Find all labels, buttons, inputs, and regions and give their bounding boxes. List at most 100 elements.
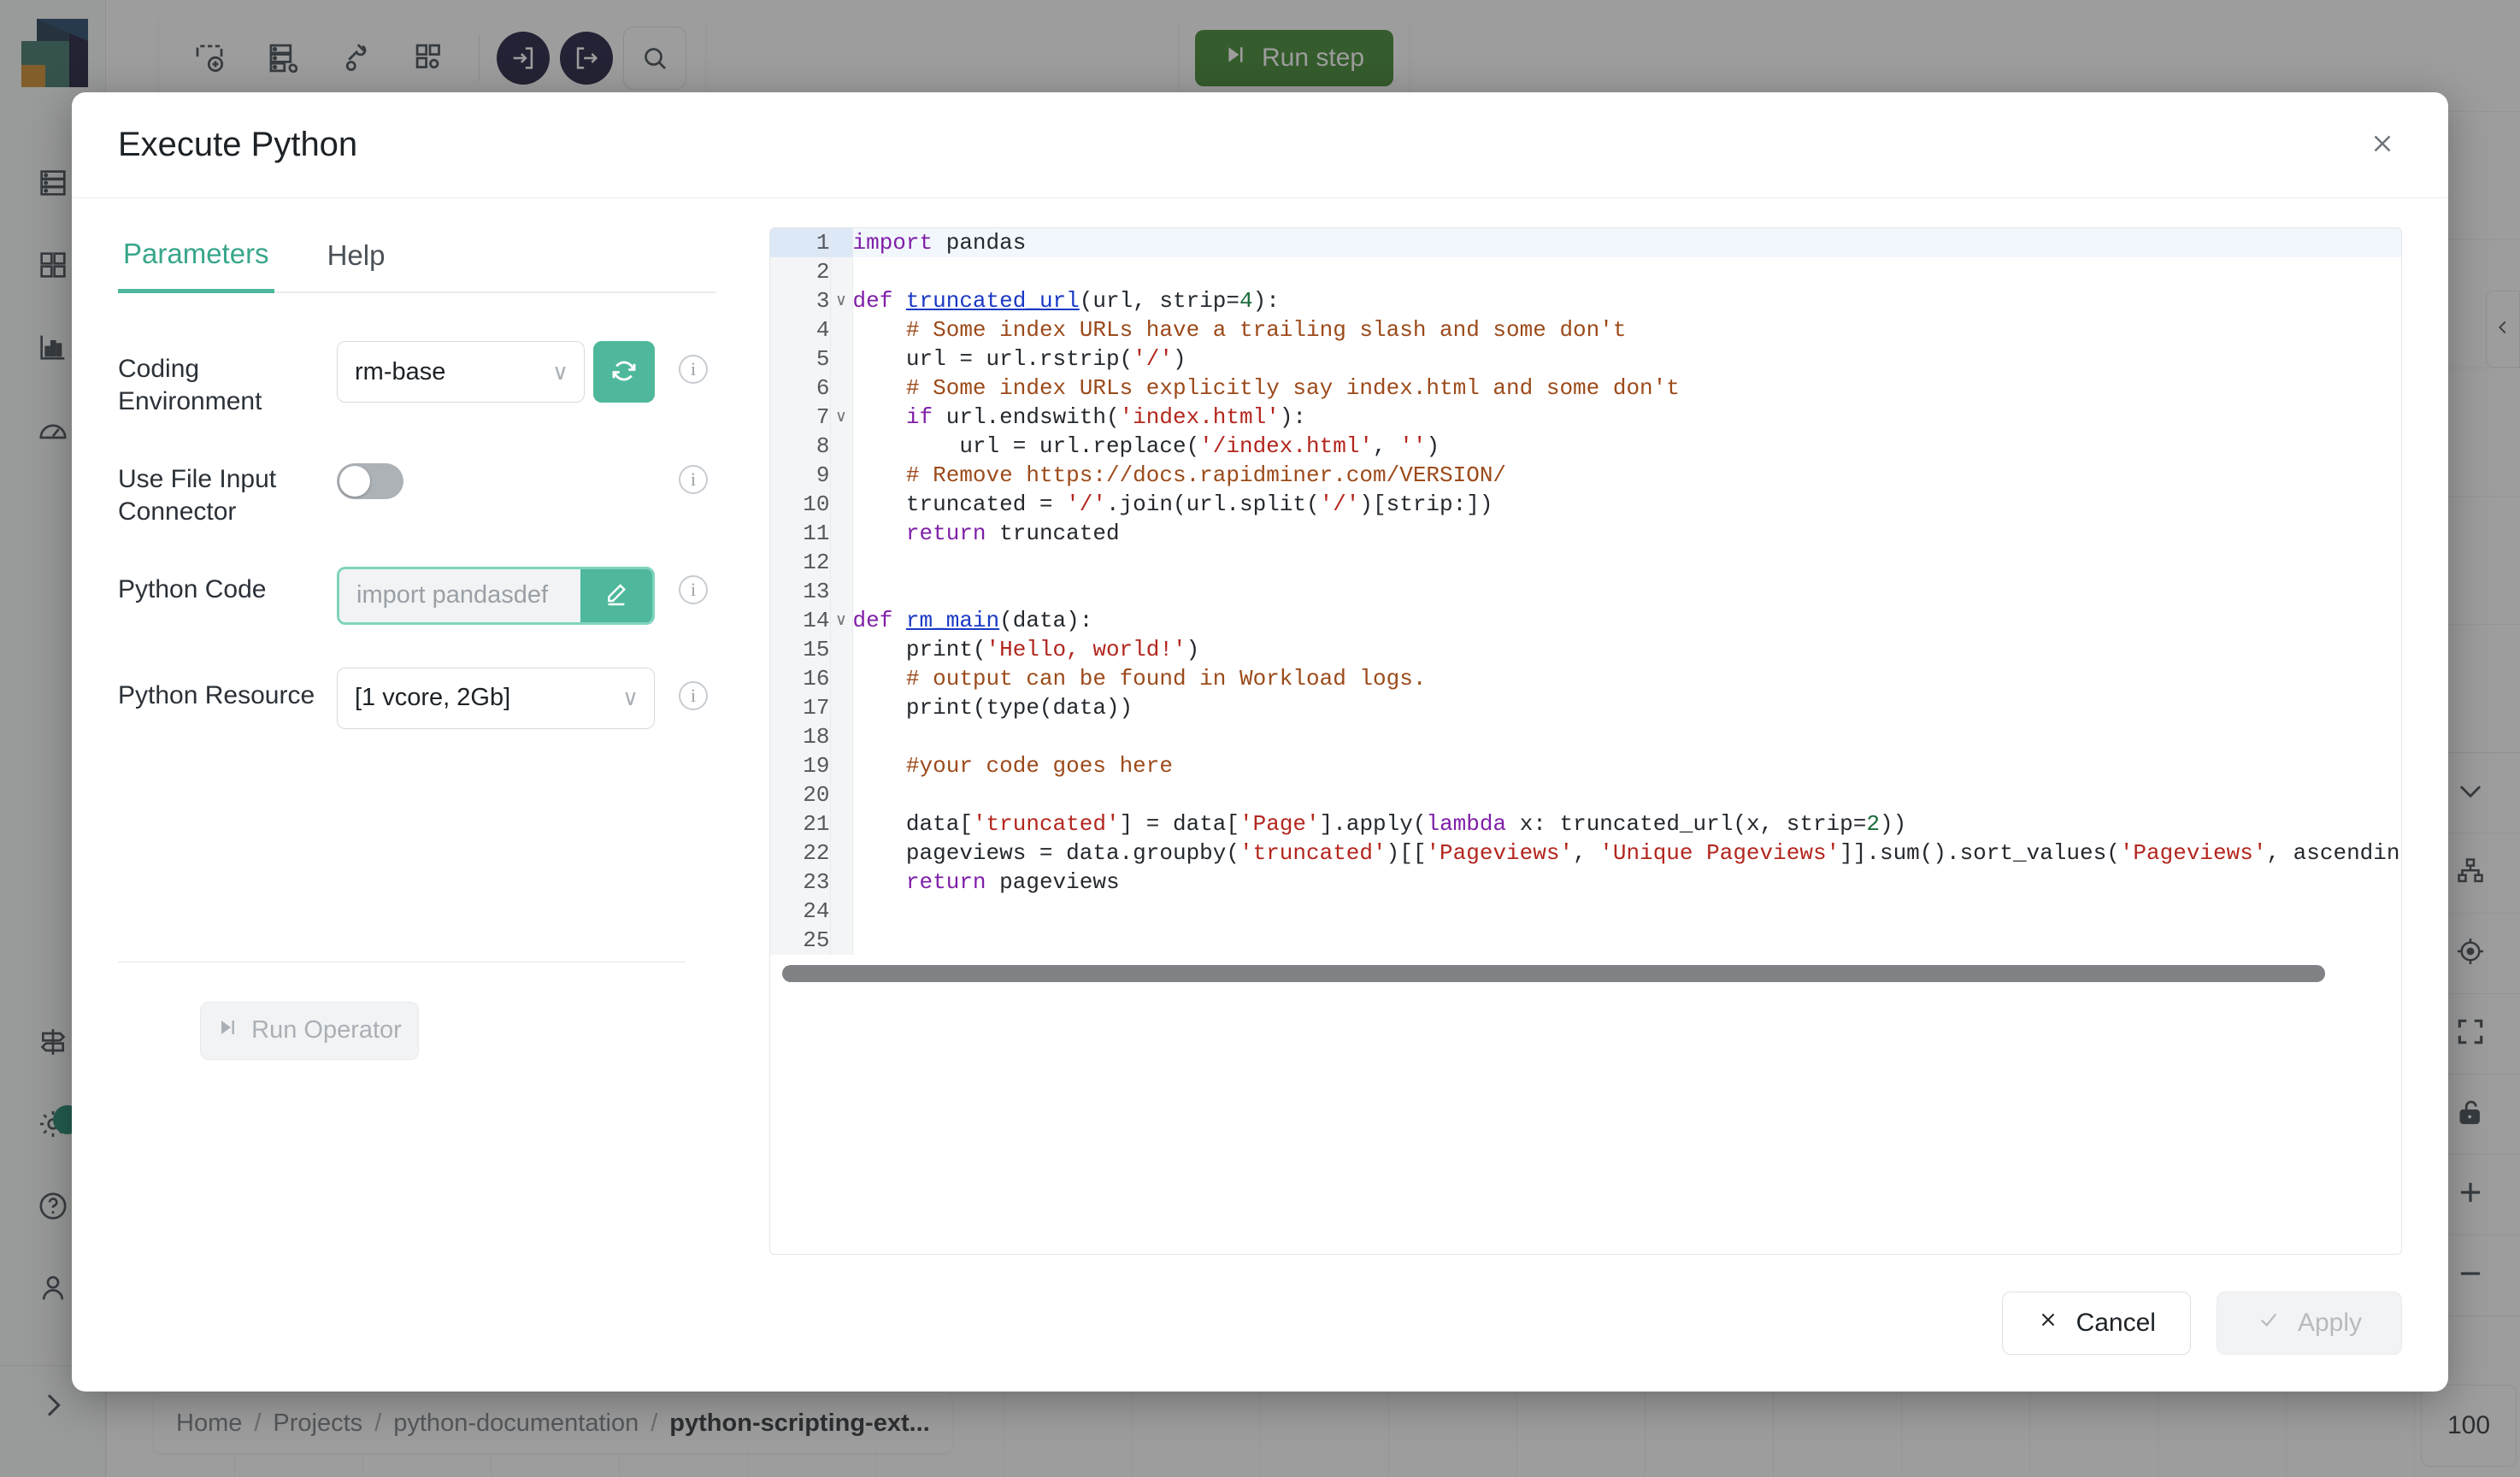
line-number: 1 (770, 228, 831, 257)
param-control (337, 451, 655, 499)
line-number: 10 (770, 490, 831, 519)
line-number: 3 (770, 286, 831, 315)
line-number: 18 (770, 722, 831, 751)
code-line[interactable]: 19 #your code goes here (770, 751, 2401, 780)
dialog-body: Parameters Help Coding Environment rm-ba… (72, 198, 2448, 1255)
code-line[interactable]: 23 return pageviews (770, 868, 2401, 897)
code-line[interactable]: 21 data['truncated'] = data['Page'].appl… (770, 809, 2401, 839)
fold-gutter (830, 693, 853, 722)
param-control: [1 vcore, 2Gb] ∨ (337, 667, 655, 729)
refresh-icon (609, 356, 639, 389)
code-line[interactable]: 13 (770, 577, 2401, 606)
python-code-input[interactable]: import pandasdef (339, 568, 580, 622)
code-line[interactable]: 8 url = url.replace('/index.html', '') (770, 432, 2401, 461)
code-line[interactable]: 12 (770, 548, 2401, 577)
info-icon[interactable]: i (679, 464, 708, 494)
code-line[interactable]: 11 return truncated (770, 519, 2401, 548)
code-text[interactable] (852, 257, 2401, 286)
code-text[interactable]: # Some index URLs explicitly say index.h… (852, 374, 2401, 403)
line-number: 24 (770, 897, 831, 926)
code-line[interactable]: 16 # output can be found in Workload log… (770, 664, 2401, 693)
apply-label: Apply (2297, 1309, 2362, 1337)
code-line[interactable]: 17 print(type(data)) (770, 693, 2401, 722)
fold-toggle-icon[interactable]: ∨ (830, 286, 853, 315)
code-text[interactable]: pageviews = data.groupby('truncated')[['… (852, 839, 2401, 868)
run-operator-button[interactable]: Run Operator (200, 1001, 419, 1060)
code-line[interactable]: 24 (770, 897, 2401, 926)
edit-python-code-button[interactable] (580, 568, 652, 622)
code-text[interactable]: if url.endswith('index.html'): (852, 403, 2401, 432)
apply-button[interactable]: Apply (2216, 1292, 2402, 1355)
info-icon[interactable]: i (679, 355, 708, 384)
code-line[interactable]: 9 # Remove https://docs.rapidminer.com/V… (770, 461, 2401, 490)
code-line[interactable]: 3 ∨ def truncated_url(url, strip=4): (770, 286, 2401, 315)
code-line[interactable]: 18 (770, 722, 2401, 751)
code-text[interactable]: print(type(data)) (852, 693, 2401, 722)
line-number: 20 (770, 780, 831, 809)
code-line[interactable]: 7 ∨ if url.endswith('index.html'): (770, 403, 2401, 432)
code-line[interactable]: 10 truncated = '/'.join(url.split('/')[s… (770, 490, 2401, 519)
code-line[interactable]: 4 # Some index URLs have a trailing slas… (770, 315, 2401, 344)
horizontal-scrollbar[interactable] (770, 962, 2401, 991)
code-line[interactable]: 2 (770, 257, 2401, 286)
code-line[interactable]: 14 ∨ def rm_main(data): (770, 606, 2401, 635)
fold-gutter (830, 809, 853, 839)
fold-gutter (830, 780, 853, 809)
code-text[interactable]: truncated = '/'.join(url.split('/')[stri… (852, 490, 2401, 519)
code-editor: 1 import pandas 2 3 ∨ def truncated_url(url,… (769, 227, 2402, 1255)
use-file-input-connector-toggle[interactable] (337, 462, 403, 499)
code-text[interactable]: return pageviews (852, 868, 2401, 897)
code-text[interactable]: import pandas (852, 228, 2401, 257)
param-control: import pandasdef (337, 562, 655, 625)
info-icon[interactable]: i (679, 574, 708, 604)
code-text[interactable] (852, 722, 2401, 751)
close-button[interactable] (2358, 121, 2407, 170)
code-text[interactable]: def rm_main(data): (852, 606, 2401, 635)
code-lines-area[interactable]: 1 import pandas 2 3 ∨ def truncated_url(url,… (770, 228, 2401, 962)
code-line[interactable]: 20 (770, 780, 2401, 809)
cancel-button[interactable]: Cancel (2001, 1292, 2191, 1355)
coding-environment-select[interactable]: rm-base ∨ (337, 341, 585, 403)
code-text[interactable] (852, 780, 2401, 809)
code-text[interactable]: url = url.replace('/index.html', '') (852, 432, 2401, 461)
param-label: Use File Input Connector (118, 464, 277, 527)
line-number: 7 (770, 403, 831, 432)
code-text[interactable]: #your code goes here (852, 751, 2401, 780)
code-text[interactable]: # Remove https://docs.rapidminer.com/VER… (852, 461, 2401, 490)
code-text[interactable]: print('Hello, world!') (852, 635, 2401, 664)
code-text[interactable] (852, 548, 2401, 577)
code-line[interactable]: 5 url = url.rstrip('/') (770, 344, 2401, 374)
code-text[interactable]: def truncated_url(url, strip=4): (852, 286, 2401, 315)
info-icon[interactable]: i (679, 680, 708, 710)
fold-gutter (830, 664, 853, 693)
code-line[interactable]: 22 pageviews = data.groupby('truncated')… (770, 839, 2401, 868)
code-text[interactable]: # output can be found in Workload logs. (852, 664, 2401, 693)
tab-help[interactable]: Help (322, 227, 391, 291)
code-text[interactable] (852, 897, 2401, 926)
fold-gutter (830, 548, 853, 577)
fold-toggle-icon[interactable]: ∨ (830, 403, 853, 432)
param-label: Coding Environment (118, 355, 262, 416)
param-use-file-input-connector: Use File Input Connector i (118, 451, 716, 529)
code-line[interactable]: 15 print('Hello, world!') (770, 635, 2401, 664)
code-text[interactable] (852, 926, 2401, 955)
line-number: 8 (770, 432, 831, 461)
code-line[interactable]: 1 import pandas (770, 228, 2401, 257)
code-line[interactable]: 6 # Some index URLs explicitly say index… (770, 374, 2401, 403)
fold-toggle-icon[interactable]: ∨ (830, 606, 853, 635)
code-text[interactable]: # Some index URLs have a trailing slash … (852, 315, 2401, 344)
fold-gutter (830, 519, 853, 548)
chevron-down-icon: ∨ (621, 685, 639, 711)
dialog-header: Execute Python (72, 92, 2448, 198)
tab-parameters[interactable]: Parameters (118, 227, 274, 293)
code-text[interactable]: url = url.rstrip('/') (852, 344, 2401, 374)
run-operator-label: Run Operator (251, 1016, 402, 1044)
code-text[interactable]: return truncated (852, 519, 2401, 548)
param-coding-environment: Coding Environment rm-base ∨ i (118, 341, 716, 419)
refresh-environments-button[interactable] (593, 341, 655, 403)
scrollbar-thumb[interactable] (782, 965, 2325, 982)
code-text[interactable]: data['truncated'] = data['Page'].apply(l… (852, 809, 2401, 839)
python-resource-select[interactable]: [1 vcore, 2Gb] ∨ (337, 667, 655, 729)
code-text[interactable] (852, 577, 2401, 606)
code-line[interactable]: 25 (770, 926, 2401, 955)
